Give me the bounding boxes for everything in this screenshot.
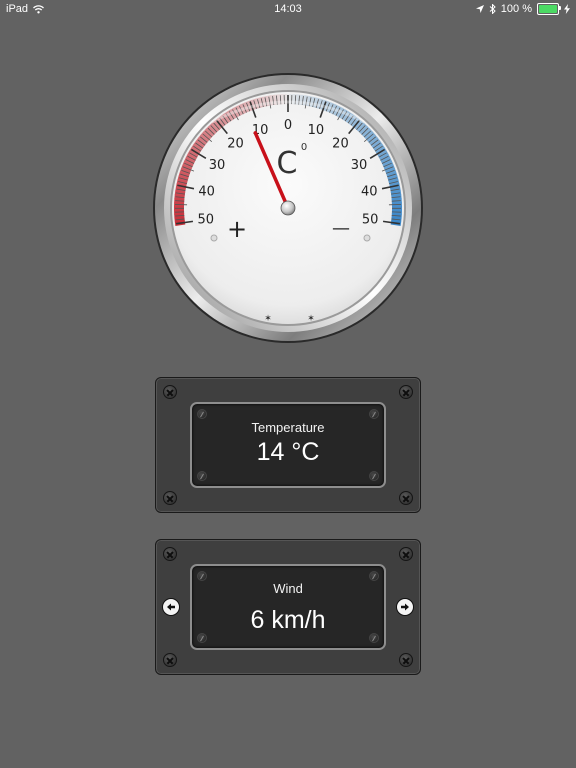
wind-panel: Wind 6 km/h — [155, 539, 421, 675]
arrow-left-icon — [167, 603, 175, 611]
battery-icon — [537, 3, 561, 15]
face-rivet-right — [363, 234, 371, 242]
bottom-screw-right: ✶ — [307, 313, 315, 323]
display-screw — [369, 471, 379, 481]
scale-label: 40 — [198, 184, 215, 199]
panel-screw — [399, 385, 413, 399]
wind-label: Wind — [273, 581, 303, 596]
scale-label: 10 — [252, 123, 269, 138]
scale-label: 0 — [284, 118, 292, 133]
display-screw — [197, 471, 207, 481]
temperature-display: Temperature 14 °C — [190, 402, 386, 488]
display-screw — [197, 409, 207, 419]
display-screw — [369, 409, 379, 419]
thermometer-gauge: 010203040501020304050 C 0 + — ✶ ✶ — [153, 73, 423, 343]
scale-label: 50 — [362, 213, 379, 228]
display-screw — [197, 571, 207, 581]
battery-percent: 100 % — [500, 3, 532, 15]
panel-screw — [163, 491, 177, 505]
bluetooth-icon — [489, 4, 496, 14]
scale-label: 30 — [209, 158, 226, 173]
temperature-value: 14 °C — [256, 438, 320, 466]
panel-screw — [163, 653, 177, 667]
charging-bolt-icon — [564, 4, 570, 14]
panel-screw — [163, 547, 177, 561]
next-button[interactable] — [396, 598, 414, 616]
panel-screw — [399, 653, 413, 667]
plus-sign: + — [227, 215, 247, 243]
scale-label: 30 — [351, 158, 368, 173]
arrow-right-icon — [401, 603, 409, 611]
panel-screw — [163, 385, 177, 399]
scale-label: 10 — [308, 123, 325, 138]
bottom-screw-left: ✶ — [264, 313, 272, 323]
temperature-panel: Temperature 14 °C — [155, 377, 421, 513]
degree-mark: 0 — [301, 142, 307, 153]
face-rivet-left — [210, 234, 218, 242]
minus-sign: — — [332, 218, 350, 239]
scale-label: 50 — [198, 213, 215, 228]
status-bar: iPad 14:03 100 % — [0, 0, 576, 18]
wind-value: 6 km/h — [250, 606, 326, 634]
scale-label: 40 — [361, 184, 378, 199]
location-arrow-icon — [475, 5, 484, 13]
panel-screw — [399, 491, 413, 505]
unit-symbol: C — [277, 146, 298, 181]
display-screw — [369, 571, 379, 581]
temperature-label: Temperature — [251, 420, 325, 435]
battery-level — [539, 5, 557, 13]
panel-screw — [399, 547, 413, 561]
wind-display: Wind 6 km/h — [190, 564, 386, 650]
needle-hub — [280, 200, 296, 216]
scale-label: 20 — [227, 137, 244, 152]
scale-label: 20 — [332, 137, 349, 152]
previous-button[interactable] — [162, 598, 180, 616]
